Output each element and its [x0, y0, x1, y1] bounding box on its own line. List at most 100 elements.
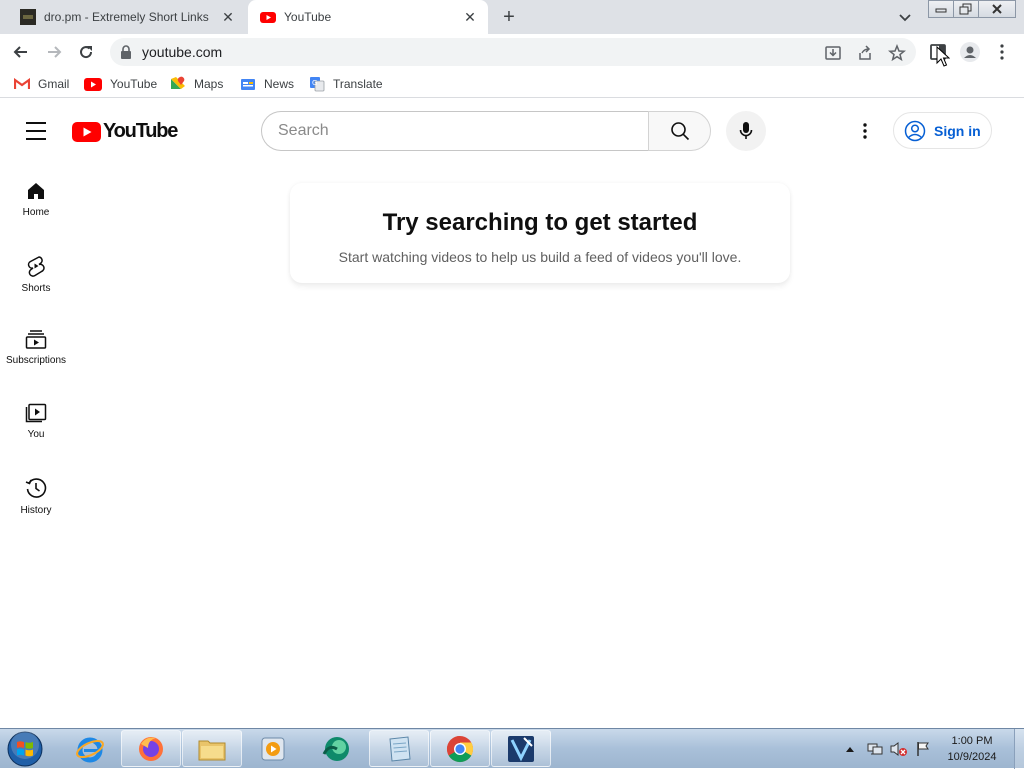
reload-icon: [80, 46, 93, 59]
bookmarks-bar: Gmail YouTube Maps News G Translate: [0, 70, 1024, 98]
windows-taskbar: 1:00 PM 10/9/2024: [0, 728, 1024, 769]
taskbar-app-blue[interactable]: [491, 730, 551, 767]
show-desktop-button[interactable]: [1014, 729, 1024, 769]
sign-in-label: Sign in: [934, 122, 981, 139]
chrome-icon: [446, 735, 474, 762]
tray-network[interactable]: [864, 729, 886, 769]
share-icon[interactable]: [856, 44, 874, 62]
feed-prompt-card: Try searching to get started Start watch…: [290, 183, 790, 283]
taskbar-media-player[interactable]: [243, 730, 303, 767]
bookmark-youtube[interactable]: YouTube: [84, 75, 157, 93]
taskbar-firefox[interactable]: [121, 730, 181, 767]
settings-menu-button[interactable]: [853, 119, 877, 143]
back-button[interactable]: [9, 40, 33, 64]
dro-pm-favicon-icon: [20, 9, 36, 25]
voice-search-button[interactable]: [726, 111, 766, 151]
show-hidden-icons-button[interactable]: [842, 729, 858, 769]
tray-action-center[interactable]: [912, 729, 934, 769]
taskbar-app-teal[interactable]: [306, 730, 366, 767]
start-button[interactable]: [5, 730, 45, 768]
sidebar-item-home[interactable]: Home: [0, 171, 72, 241]
taskbar-chrome[interactable]: [430, 730, 490, 767]
sidebar-item-label: Subscriptions: [5, 355, 67, 366]
youtube-page: YouTube Search Sign in Home Shorts Subsc…: [0, 99, 1024, 727]
windows-start-icon: [7, 731, 43, 767]
forward-button[interactable]: [42, 40, 66, 64]
profile-button[interactable]: [958, 40, 982, 64]
url-text: youtube.com: [142, 44, 223, 60]
bookmark-label: News: [264, 77, 295, 91]
folder-icon: [198, 740, 226, 760]
tab-close-icon[interactable]: ✕: [220, 9, 236, 25]
clock-time: 1:00 PM: [951, 735, 993, 747]
bookmark-label: Translate: [333, 77, 383, 91]
sidebar-item-label: You: [27, 429, 45, 440]
browser-toolbar: youtube.com: [0, 34, 1024, 70]
profile-avatar-icon: [960, 42, 980, 62]
sidebar-item-you[interactable]: You: [0, 393, 72, 463]
network-icon: [867, 743, 883, 755]
firefox-icon: [139, 736, 163, 761]
bookmark-translate[interactable]: G Translate: [309, 75, 383, 93]
forward-arrow-icon: [48, 46, 62, 58]
microphone-icon: [739, 122, 753, 139]
minimize-button[interactable]: [928, 0, 954, 18]
bookmark-label: Maps: [194, 77, 224, 91]
install-app-icon[interactable]: [824, 44, 842, 62]
youtube-icon: [84, 77, 102, 91]
sidebar-item-label: Shorts: [21, 283, 51, 294]
bookmark-maps[interactable]: Maps: [170, 75, 223, 93]
back-arrow-icon: [13, 46, 27, 58]
sidebar-item-history[interactable]: History: [0, 467, 72, 537]
svg-text:G: G: [312, 79, 317, 87]
chrome-menu-button[interactable]: [990, 40, 1014, 64]
tab-close-icon[interactable]: ✕: [462, 9, 478, 25]
account-circle-icon: [904, 120, 926, 141]
search-box: Search: [261, 111, 711, 151]
guide-menu-button[interactable]: [22, 119, 50, 143]
tray-volume[interactable]: [888, 729, 910, 769]
taskbar-clock[interactable]: 1:00 PM 10/9/2024: [936, 733, 1008, 765]
search-icon: [670, 122, 689, 141]
mouse-cursor-icon: [936, 46, 950, 67]
taskbar-internet-explorer[interactable]: [60, 730, 120, 767]
sidebar-item-label: Home: [22, 207, 50, 218]
tab-title: YouTube: [284, 10, 332, 24]
tab-dro-pm[interactable]: dro.pm - Extremely Short Links ✕: [8, 0, 246, 34]
bookmark-label: YouTube: [110, 77, 158, 91]
youtube-wordmark: YouTube: [103, 120, 178, 142]
new-tab-button[interactable]: +: [498, 7, 520, 29]
bookmark-star-icon[interactable]: [888, 44, 906, 62]
sign-in-button[interactable]: Sign in: [893, 112, 992, 149]
translate-icon: G: [310, 77, 325, 92]
reload-button[interactable]: [74, 40, 98, 64]
bookmark-label: Gmail: [38, 77, 70, 91]
feed-prompt-body: Start watching videos to help us build a…: [338, 249, 742, 265]
more-vertical-icon: [863, 123, 867, 139]
sidebar-item-shorts[interactable]: Shorts: [0, 245, 72, 315]
restore-button[interactable]: [953, 0, 979, 18]
bookmark-gmail[interactable]: Gmail: [14, 75, 69, 93]
video-editor-icon: [508, 735, 534, 762]
tab-strip: dro.pm - Extremely Short Links ✕ YouTube…: [0, 0, 1024, 34]
bookmark-news[interactable]: News: [240, 75, 294, 93]
search-input[interactable]: Search: [261, 111, 648, 151]
notepad-icon: [389, 735, 411, 762]
history-icon: [25, 478, 47, 498]
youtube-logo[interactable]: YouTube: [72, 120, 178, 143]
taskbar-file-explorer[interactable]: [182, 730, 242, 767]
sidebar-item-subscriptions[interactable]: Subscriptions: [0, 319, 72, 389]
tab-search-chevron-icon[interactable]: [896, 8, 914, 26]
internet-explorer-icon: [76, 737, 104, 762]
lock-icon[interactable]: [120, 45, 132, 59]
address-bar[interactable]: youtube.com: [110, 38, 916, 66]
close-window-button[interactable]: [978, 0, 1016, 18]
tab-youtube[interactable]: YouTube ✕: [248, 0, 488, 34]
home-icon: [28, 183, 44, 199]
media-player-icon: [261, 737, 285, 760]
search-button[interactable]: [648, 111, 711, 151]
taskbar-app-notepad[interactable]: [369, 730, 429, 767]
tray-up-arrow-icon: [846, 747, 854, 752]
restore-icon: [959, 3, 972, 15]
more-vertical-icon: [1000, 44, 1004, 60]
